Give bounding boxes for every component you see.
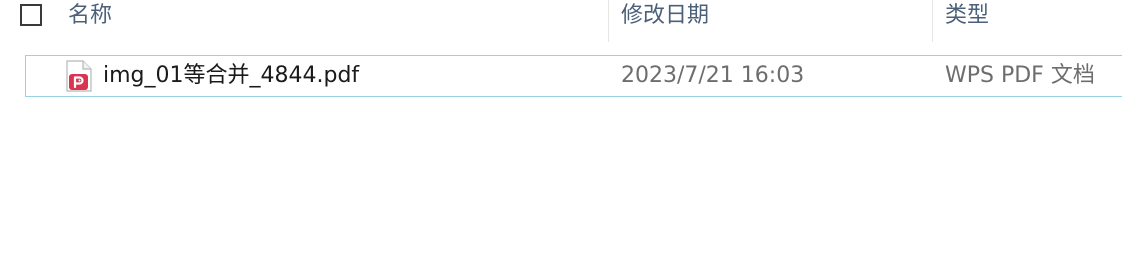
file-date-modified: 2023/7/21 16:03 [621, 63, 805, 88]
column-header-name[interactable]: 名称 [68, 0, 112, 42]
column-header-type[interactable]: 类型 [945, 0, 989, 42]
column-divider[interactable] [608, 0, 609, 42]
file-type: WPS PDF 文档 [945, 63, 1095, 88]
column-divider[interactable] [932, 0, 933, 42]
file-explorer-list: 名称 修改日期 类型 img_01等合并_4844.pdf 2023/7/21 … [0, 0, 1122, 268]
column-header-row: 名称 修改日期 类型 [0, 0, 1122, 42]
file-name[interactable]: img_01等合并_4844.pdf [103, 56, 359, 96]
select-all-checkbox[interactable] [20, 4, 42, 26]
wps-pdf-icon [66, 60, 92, 92]
file-row[interactable]: img_01等合并_4844.pdf 2023/7/21 16:03 WPS P… [25, 55, 1122, 97]
column-header-date-modified[interactable]: 修改日期 [621, 0, 709, 42]
